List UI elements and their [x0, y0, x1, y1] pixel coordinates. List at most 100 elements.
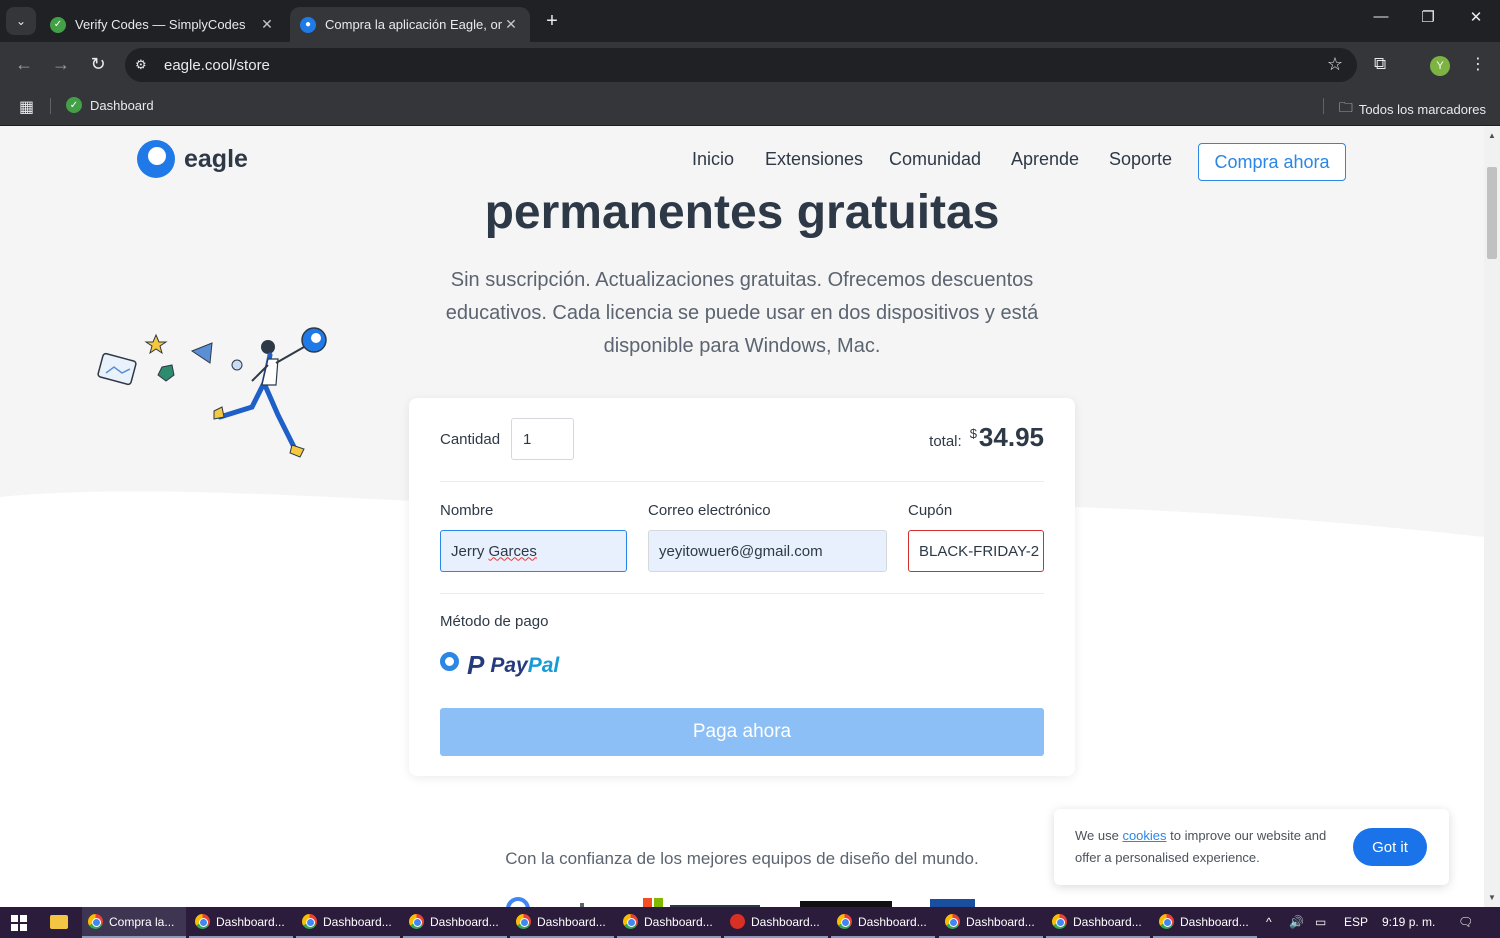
close-tab-icon[interactable]: ✕: [258, 16, 276, 33]
taskbar-item-label: Dashboard...: [537, 914, 606, 929]
bookmarks-bar: ▦ ✓ Dashboard 🗀 Todos los marcadores: [0, 86, 1500, 126]
name-last-misspelled: Garces: [488, 542, 537, 560]
browser-menu-icon[interactable]: ⋮: [1470, 54, 1486, 74]
windows-start-icon[interactable]: [11, 915, 27, 931]
taskbar-item-label: Dashboard...: [430, 914, 499, 929]
network-icon[interactable]: ▭: [1315, 915, 1326, 929]
nav-inicio[interactable]: Inicio: [692, 149, 734, 170]
nav-soporte[interactable]: Soporte: [1109, 149, 1172, 170]
payment-method-label: Método de pago: [440, 613, 549, 630]
bookmark-star-icon[interactable]: ☆: [1327, 54, 1343, 75]
order-total: total: $ 34.95: [929, 422, 1044, 453]
chrome-icon: [623, 914, 638, 929]
hero-subtext: Sin suscripción. Actualizaciones gratuit…: [445, 269, 1039, 357]
quantity-input[interactable]: 1: [511, 418, 574, 460]
windows-taskbar: Compra la... Dashboard... Dashboard... D…: [0, 907, 1500, 938]
volume-icon[interactable]: 🔊: [1289, 915, 1304, 929]
taskbar-item-label: Dashboard...: [966, 914, 1035, 929]
taskbar-item-dashboard[interactable]: Dashboard...: [403, 907, 507, 938]
chrome-icon: [837, 914, 852, 929]
profile-avatar[interactable]: Y: [1430, 56, 1450, 76]
new-tab-button[interactable]: +: [540, 10, 564, 33]
minimize-window-icon[interactable]: —: [1366, 8, 1396, 25]
tray-expand-icon[interactable]: ^: [1266, 915, 1272, 929]
eagle-favicon-icon: ●: [300, 16, 316, 33]
apps-grid-icon[interactable]: ▦: [19, 97, 34, 117]
folder-icon: 🗀: [1338, 99, 1353, 115]
tab-eagle-store[interactable]: ● Compra la aplicación Eagle, org ✕: [290, 7, 530, 42]
taskbar-item-label: Dashboard...: [216, 914, 285, 929]
coupon-field[interactable]: BLACK-FRIDAY-2: [908, 530, 1044, 572]
tab-verify-codes[interactable]: ✓ Verify Codes — SimplyCodes ✕: [40, 7, 286, 42]
site-info-icon[interactable]: ⚙: [135, 57, 147, 73]
bookmark-dashboard[interactable]: ✓ Dashboard: [66, 97, 154, 113]
reload-icon[interactable]: ↻: [87, 54, 109, 75]
taskbar-item-dashboard[interactable]: Dashboard...: [617, 907, 721, 938]
close-tab-icon[interactable]: ✕: [502, 16, 520, 33]
taskbar-item-dashboard[interactable]: Dashboard...: [189, 907, 293, 938]
clock[interactable]: 9:19 p. m.: [1382, 915, 1435, 929]
taskbar-item-label: Dashboard...: [1180, 914, 1249, 929]
taskbar-item-dashboard[interactable]: Dashboard...: [831, 907, 935, 938]
url-text[interactable]: eagle.cool/store: [164, 57, 270, 74]
tab-title: Verify Codes — SimplyCodes: [75, 17, 246, 32]
taskbar-item-label: Dashboard...: [644, 914, 713, 929]
taskbar-item-dashboard[interactable]: Dashboard...: [510, 907, 614, 938]
scroll-thumb[interactable]: [1487, 167, 1497, 259]
taskbar-item-dashboard[interactable]: Dashboard...: [724, 907, 828, 938]
paypal-logo-icon: P: [467, 650, 485, 680]
checkout-card: Cantidad 1 total: $ 34.95 Nombre Correo …: [409, 398, 1075, 776]
taskbar-item-label: Dashboard...: [858, 914, 927, 929]
taskbar-item-dashboard[interactable]: Dashboard...: [939, 907, 1043, 938]
scroll-up-icon[interactable]: ▲: [1488, 131, 1496, 140]
scroll-down-icon[interactable]: ▼: [1488, 893, 1496, 902]
cookie-prefix: We use: [1075, 828, 1123, 843]
name-field[interactable]: Jerry Garces: [440, 530, 627, 572]
buy-now-button[interactable]: Compra ahora: [1198, 143, 1346, 181]
eagle-logo-icon: [137, 140, 175, 178]
taskbar-item-dashboard[interactable]: Dashboard...: [1153, 907, 1257, 938]
nav-extensiones[interactable]: Extensiones: [765, 149, 863, 170]
taskbar-item-label: Dashboard...: [751, 914, 820, 929]
nav-comunidad[interactable]: Comunidad: [889, 149, 981, 170]
tab-strip: ⌄ ✓ Verify Codes — SimplyCodes ✕ ● Compr…: [0, 0, 1500, 42]
back-icon[interactable]: ←: [13, 54, 35, 75]
quantity-label: Cantidad: [440, 431, 501, 448]
chrome-icon: [945, 914, 960, 929]
total-currency: $: [969, 426, 977, 441]
page-viewport: eagle Inicio Extensiones Comunidad Apren…: [0, 127, 1484, 907]
close-window-icon[interactable]: ✕: [1461, 8, 1491, 26]
notifications-icon[interactable]: 🗨: [1458, 915, 1473, 929]
email-field[interactable]: yeyitowuer6@gmail.com: [648, 530, 887, 572]
pay-now-button[interactable]: Paga ahora: [440, 708, 1044, 756]
forward-icon[interactable]: →: [50, 54, 72, 75]
taskbar-item-compra[interactable]: Compra la...: [82, 907, 186, 938]
cookies-link[interactable]: cookies: [1122, 828, 1166, 843]
paypal-radio[interactable]: [440, 652, 459, 671]
nav-aprende[interactable]: Aprende: [1011, 149, 1079, 170]
chrome-icon: [302, 914, 317, 929]
taskbar-item-dashboard[interactable]: Dashboard...: [1046, 907, 1150, 938]
tab-search-button[interactable]: ⌄: [6, 7, 36, 35]
taskbar-item-dashboard[interactable]: Dashboard...: [296, 907, 400, 938]
taskbar-item-label: Dashboard...: [1073, 914, 1142, 929]
all-bookmarks-button[interactable]: 🗀 Todos los marcadores: [1339, 97, 1486, 121]
page-scrollbar[interactable]: ▲ ▼: [1484, 127, 1500, 907]
chrome-icon: [516, 914, 531, 929]
file-explorer-icon[interactable]: [50, 915, 68, 929]
paypal-wordmark: PayPal: [490, 654, 559, 678]
eagle-logo[interactable]: eagle: [137, 140, 248, 178]
dashboard-favicon-icon: ✓: [66, 97, 82, 113]
cookie-accept-button[interactable]: Got it: [1353, 828, 1427, 866]
extensions-icon[interactable]: ⧉: [1374, 54, 1386, 74]
address-bar[interactable]: ⚙ eagle.cool/store ☆: [125, 48, 1357, 82]
simplycodes-favicon-icon: ✓: [50, 16, 66, 33]
opera-icon: [730, 914, 745, 929]
bookmarks-divider: [1323, 98, 1324, 114]
card-divider: [440, 481, 1044, 482]
language-indicator[interactable]: ESP: [1344, 915, 1368, 929]
paypal-option[interactable]: P PayPal: [467, 650, 559, 681]
bookmark-label: Dashboard: [90, 97, 154, 113]
logo-text: eagle: [184, 144, 248, 173]
restore-window-icon[interactable]: ❐: [1413, 8, 1443, 26]
